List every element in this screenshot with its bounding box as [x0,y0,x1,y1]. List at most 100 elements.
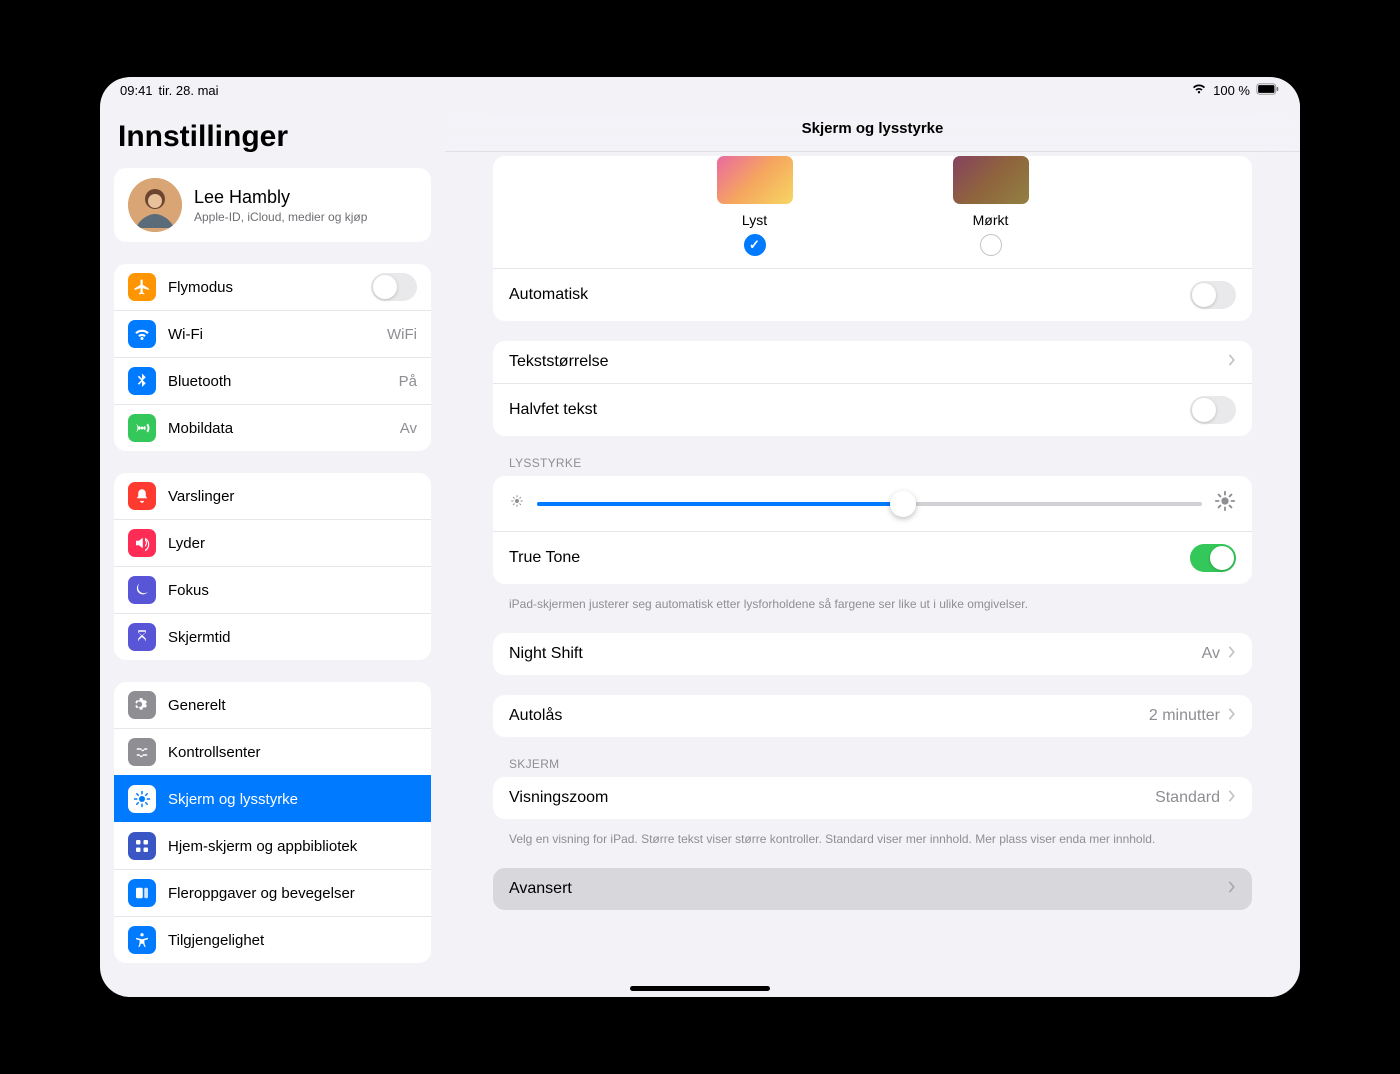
display-zoom-value: Standard [1155,789,1220,807]
auto-lock-row[interactable]: Autolås 2 minutter [493,695,1252,737]
wifi-settings-icon [128,320,156,348]
sidebar-item-focus[interactable]: Fokus [114,566,431,613]
grid-icon [128,832,156,860]
brightness-icon [128,785,156,813]
bold-text-label: Halvfet tekst [509,401,1190,419]
home-indicator[interactable] [630,986,770,991]
auto-lock-label: Autolås [509,707,1149,725]
sidebar-item-wifi[interactable]: Wi-Fi WiFi [114,310,431,357]
status-date: tir. 28. mai [159,83,219,98]
sidebar-item-control-center[interactable]: Kontrollsenter [114,728,431,775]
true-tone-label: True Tone [509,549,1190,567]
home-label: Hjem-skjerm og appbibliotek [168,838,417,855]
accessibility-label: Tilgjengelighet [168,932,417,949]
display-zoom-label: Visningszoom [509,789,1155,807]
sidebar-item-general[interactable]: Generelt [114,682,431,728]
sidebar-item-home[interactable]: Hjem-skjerm og appbibliotek [114,822,431,869]
sidebar-item-bluetooth[interactable]: Bluetooth På [114,357,431,404]
automatic-toggle[interactable] [1190,281,1236,309]
chevron-right-icon [1228,645,1236,663]
chevron-right-icon [1228,789,1236,807]
true-tone-toggle[interactable] [1190,544,1236,572]
sidebar: Innstillinger Lee Hambly Apple-ID, iClou… [100,100,445,997]
airplane-icon [128,273,156,301]
bluetooth-icon [128,367,156,395]
screentime-label: Skjermtid [168,629,417,646]
battery-icon [1256,83,1280,98]
appearance-dark[interactable]: Mørkt [953,156,1029,256]
bold-text-toggle[interactable] [1190,396,1236,424]
sun-large-icon [1214,490,1236,517]
brightness-slider[interactable] [537,502,1202,506]
general-label: Generelt [168,697,417,714]
sidebar-item-airplane[interactable]: Flymodus [114,264,431,310]
gear-icon [128,691,156,719]
light-label: Lyst [717,212,793,228]
brightness-slider-row[interactable] [493,476,1252,531]
profile-row[interactable]: Lee Hambly Apple-ID, iCloud, medier og k… [114,168,431,242]
status-bar: 09:41 tir. 28. mai 100 % [100,77,1300,100]
profile-name: Lee Hambly [194,187,367,208]
airplane-label: Flymodus [168,279,359,296]
night-shift-row[interactable]: Night Shift Av [493,633,1252,675]
sidebar-item-multitask[interactable]: Fleroppgaver og bevegelser [114,869,431,916]
bluetooth-value: På [399,373,417,390]
accessibility-icon [128,926,156,954]
chevron-right-icon [1228,707,1236,725]
wifi-label: Wi-Fi [168,326,375,343]
brightness-header: LYSSTYRKE [493,456,1252,476]
sidebar-item-sounds[interactable]: Lyder [114,519,431,566]
automatic-row[interactable]: Automatisk [493,268,1252,321]
wifi-value: WiFi [387,326,417,343]
dark-radio[interactable] [980,234,1002,256]
status-time: 09:41 [120,83,153,98]
advanced-row[interactable]: Avansert [493,868,1252,910]
display-label: Skjerm og lysstyrke [168,791,417,808]
display-zoom-row[interactable]: Visningszoom Standard [493,777,1252,819]
text-size-row[interactable]: Tekststørrelse [493,341,1252,383]
speaker-icon [128,529,156,557]
sidebar-item-notifications[interactable]: Varslinger [114,473,431,519]
night-shift-value: Av [1202,645,1220,663]
advanced-label: Avansert [509,880,1228,898]
screen: 09:41 tir. 28. mai 100 % Innstillinger [100,77,1300,997]
battery-percent: 100 % [1213,83,1250,98]
bold-text-row[interactable]: Halvfet tekst [493,383,1252,436]
light-thumbnail [717,156,793,204]
moon-icon [128,576,156,604]
cellular-icon [128,414,156,442]
cellular-value: Av [400,420,417,437]
main-title: Skjerm og lysstyrke [445,100,1300,152]
true-tone-row[interactable]: True Tone [493,531,1252,584]
focus-label: Fokus [168,582,417,599]
light-radio[interactable] [744,234,766,256]
dark-label: Mørkt [953,212,1029,228]
notifications-label: Varslinger [168,488,417,505]
display-zoom-footer: Velg en visning for iPad. Større tekst v… [493,825,1252,848]
sidebar-item-accessibility[interactable]: Tilgjengelighet [114,916,431,963]
hourglass-icon [128,623,156,651]
ipad-device-frame: 09:41 tir. 28. mai 100 % Innstillinger [80,57,1320,1017]
multitask-icon [128,879,156,907]
text-size-label: Tekststørrelse [509,353,1228,371]
sidebar-item-display[interactable]: Skjerm og lysstyrke [114,775,431,822]
sounds-label: Lyder [168,535,417,552]
true-tone-footer: iPad-skjermen justerer seg automatisk et… [493,590,1252,613]
profile-sub: Apple-ID, iCloud, medier og kjøp [194,210,367,224]
sidebar-item-cellular[interactable]: Mobildata Av [114,404,431,451]
chevron-right-icon [1228,353,1236,371]
screen-header: SKJERM [493,757,1252,777]
night-shift-label: Night Shift [509,645,1202,663]
airplane-toggle[interactable] [371,273,417,301]
sun-small-icon [509,493,525,514]
chevron-right-icon [1228,880,1236,898]
automatic-label: Automatisk [509,286,1190,304]
appearance-light[interactable]: Lyst [717,156,793,256]
settings-title: Innstillinger [114,106,431,168]
sidebar-item-screentime[interactable]: Skjermtid [114,613,431,660]
main-panel: Skjerm og lysstyrke Lyst Mør [445,100,1300,997]
multitask-label: Fleroppgaver og bevegelser [168,885,417,902]
bluetooth-label: Bluetooth [168,373,387,390]
dark-thumbnail [953,156,1029,204]
bell-icon [128,482,156,510]
